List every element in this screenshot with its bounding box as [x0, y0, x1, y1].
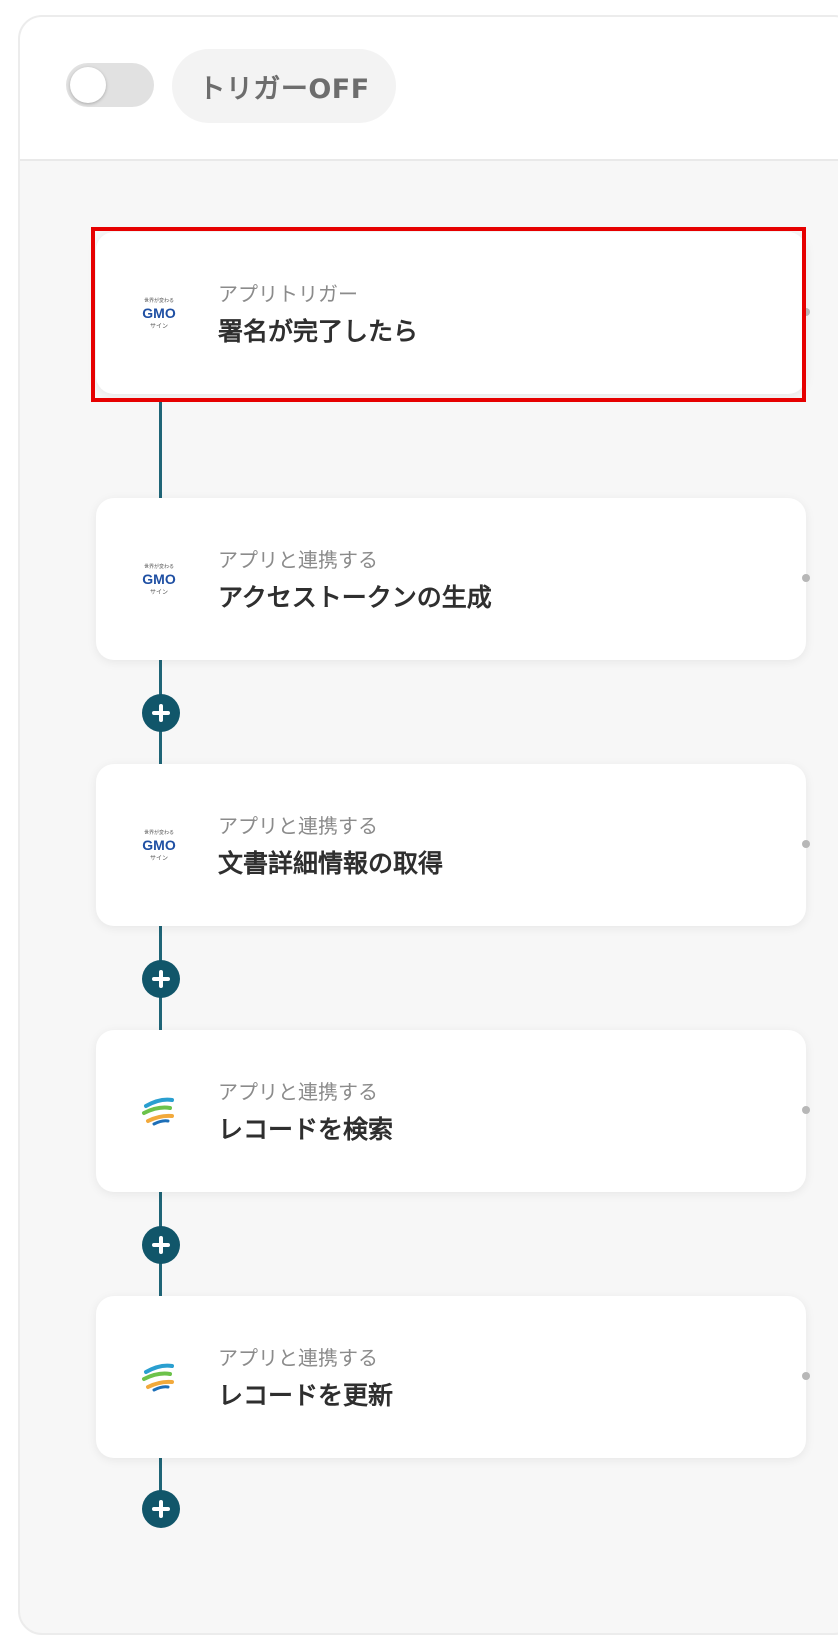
step-type-label: アプリと連携する — [218, 814, 378, 838]
step-type-label: アプリトリガー — [218, 282, 358, 306]
plus-icon — [152, 970, 170, 988]
step-handle — [802, 574, 810, 582]
gmo-sign-logo-icon: 世界が変わる GMO サイン — [132, 556, 186, 602]
svg-text:世界が変わる: 世界が変わる — [144, 563, 174, 570]
flow-step-card[interactable]: 世界が変わる GMO サイン アプリと連携する アクセストークンの生成 — [96, 498, 810, 660]
connector-line — [159, 400, 162, 498]
trigger-toggle-switch[interactable] — [66, 63, 154, 107]
svg-text:GMO: GMO — [142, 305, 176, 321]
svg-text:サイン: サイン — [150, 855, 168, 862]
flow-header: トリガーOFF — [20, 17, 838, 161]
trigger-status-label: トリガーOFF — [172, 49, 396, 123]
svg-text:GMO: GMO — [142, 571, 176, 587]
gmo-sign-logo-icon: 世界が変わる GMO サイン — [132, 822, 186, 868]
kintone-logo-icon — [132, 1088, 186, 1134]
step-title: アクセストークンの生成 — [218, 583, 492, 612]
step-type-label: アプリと連携する — [218, 548, 378, 572]
svg-text:サイン: サイン — [150, 323, 168, 330]
step-title: 文書詳細情報の取得 — [218, 849, 444, 878]
step-title: 署名が完了したら — [218, 317, 419, 346]
add-step-button[interactable] — [142, 1490, 180, 1528]
plus-icon — [152, 1236, 170, 1254]
gmo-sign-logo-icon: 世界が変わる GMO サイン — [132, 290, 186, 336]
flow-step-card[interactable]: 世界が変わる GMO サイン アプリと連携する 文書詳細情報の取得 — [96, 764, 810, 926]
svg-text:サイン: サイン — [150, 589, 168, 596]
add-step-button[interactable] — [142, 694, 180, 732]
plus-icon — [152, 1500, 170, 1518]
step-type-label: アプリと連携する — [218, 1080, 378, 1104]
flow-step-card[interactable]: アプリと連携する レコードを検索 — [96, 1030, 810, 1192]
step-handle — [802, 308, 810, 316]
step-title: レコードを検索 — [218, 1115, 394, 1144]
step-handle — [802, 840, 810, 848]
flow-step-card-trigger[interactable]: 世界が変わる GMO サイン アプリトリガー 署名が完了したら — [96, 232, 810, 394]
add-step-button[interactable] — [142, 960, 180, 998]
step-handle — [802, 1372, 810, 1380]
svg-text:GMO: GMO — [142, 837, 176, 853]
step-handle — [802, 1106, 810, 1114]
kintone-logo-icon — [132, 1354, 186, 1400]
svg-text:世界が変わる: 世界が変わる — [144, 829, 174, 836]
svg-text:世界が変わる: 世界が変わる — [144, 297, 174, 304]
step-title: レコードを更新 — [218, 1381, 394, 1410]
flow-step-card[interactable]: アプリと連携する レコードを更新 — [96, 1296, 810, 1458]
toggle-knob — [70, 67, 106, 103]
step-type-label: アプリと連携する — [218, 1346, 378, 1370]
plus-icon — [152, 704, 170, 722]
add-step-button[interactable] — [142, 1226, 180, 1264]
